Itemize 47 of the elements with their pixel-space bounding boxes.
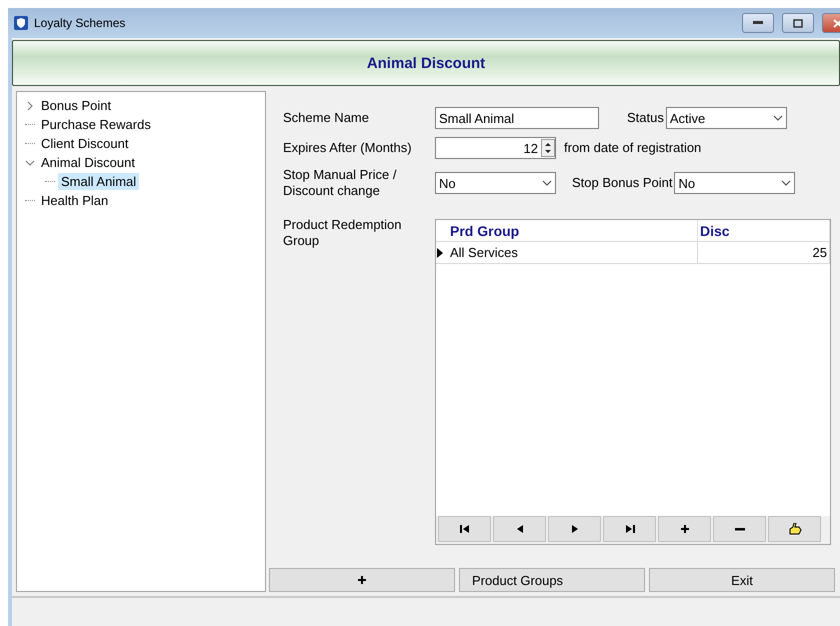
tree-item[interactable]: Purchase Rewards [38, 116, 154, 133]
table-cell: 25 [698, 242, 830, 263]
column-header: Prd Group [448, 220, 698, 241]
last-button[interactable] [603, 516, 656, 542]
collapse-chevron-icon[interactable] [25, 158, 35, 168]
tree-item[interactable]: Bonus Point [38, 97, 114, 114]
field-label: Scheme Name [283, 110, 370, 126]
stop-bonus-dropdown[interactable]: No [674, 172, 796, 194]
status-dropdown[interactable]: Active [666, 107, 787, 129]
tree-item[interactable]: Client Discount [38, 135, 132, 152]
first-button[interactable] [438, 516, 491, 542]
dropdown-caret-icon [781, 180, 792, 186]
column-header: Disc [698, 220, 830, 241]
field-label: Status [627, 110, 664, 126]
product-groups-button[interactable]: Product Groups [459, 568, 645, 592]
last-record-icon [624, 524, 636, 534]
maximize-icon [793, 18, 803, 28]
add-button[interactable] [658, 516, 711, 542]
exit-button[interactable]: Exit [649, 568, 835, 592]
dropdown-caret-icon [772, 115, 783, 121]
stop-manual-dropdown[interactable]: No [435, 172, 556, 194]
maximize-button[interactable] [782, 13, 814, 33]
scheme-name-field[interactable]: Small Animal [435, 107, 599, 129]
edit-button[interactable] [768, 516, 821, 542]
dropdown-caret-icon [542, 180, 552, 186]
field-label: Product Redemption Group [283, 217, 403, 250]
suffix-text: from date of registration [564, 140, 702, 156]
field-label: Expires After (Months) [283, 140, 413, 156]
tree-item[interactable]: Animal Discount [38, 154, 138, 171]
pointing-hand-icon [788, 523, 802, 535]
field-label: Stop Manual Price / Discount change [283, 167, 398, 199]
first-record-icon [458, 524, 470, 534]
table-cell: All Services [448, 242, 698, 263]
months-spinner[interactable]: 12 [435, 137, 556, 159]
window-title: Loyalty Schemes [34, 16, 126, 30]
plus-icon [356, 575, 368, 585]
shield-icon [14, 16, 28, 30]
plus-icon [678, 524, 690, 534]
tree-item[interactable]: Health Plan [38, 192, 112, 209]
minimize-button[interactable] [742, 13, 774, 33]
field-label: Stop Bonus Point [572, 175, 672, 191]
minimize-icon [753, 21, 763, 25]
close-icon [833, 18, 840, 28]
header-title: Animal Discount [366, 54, 486, 72]
expand-chevron-icon[interactable] [25, 100, 35, 110]
spinner-arrows-icon[interactable] [541, 139, 555, 157]
tree-item[interactable]: Small Animal [58, 173, 140, 190]
